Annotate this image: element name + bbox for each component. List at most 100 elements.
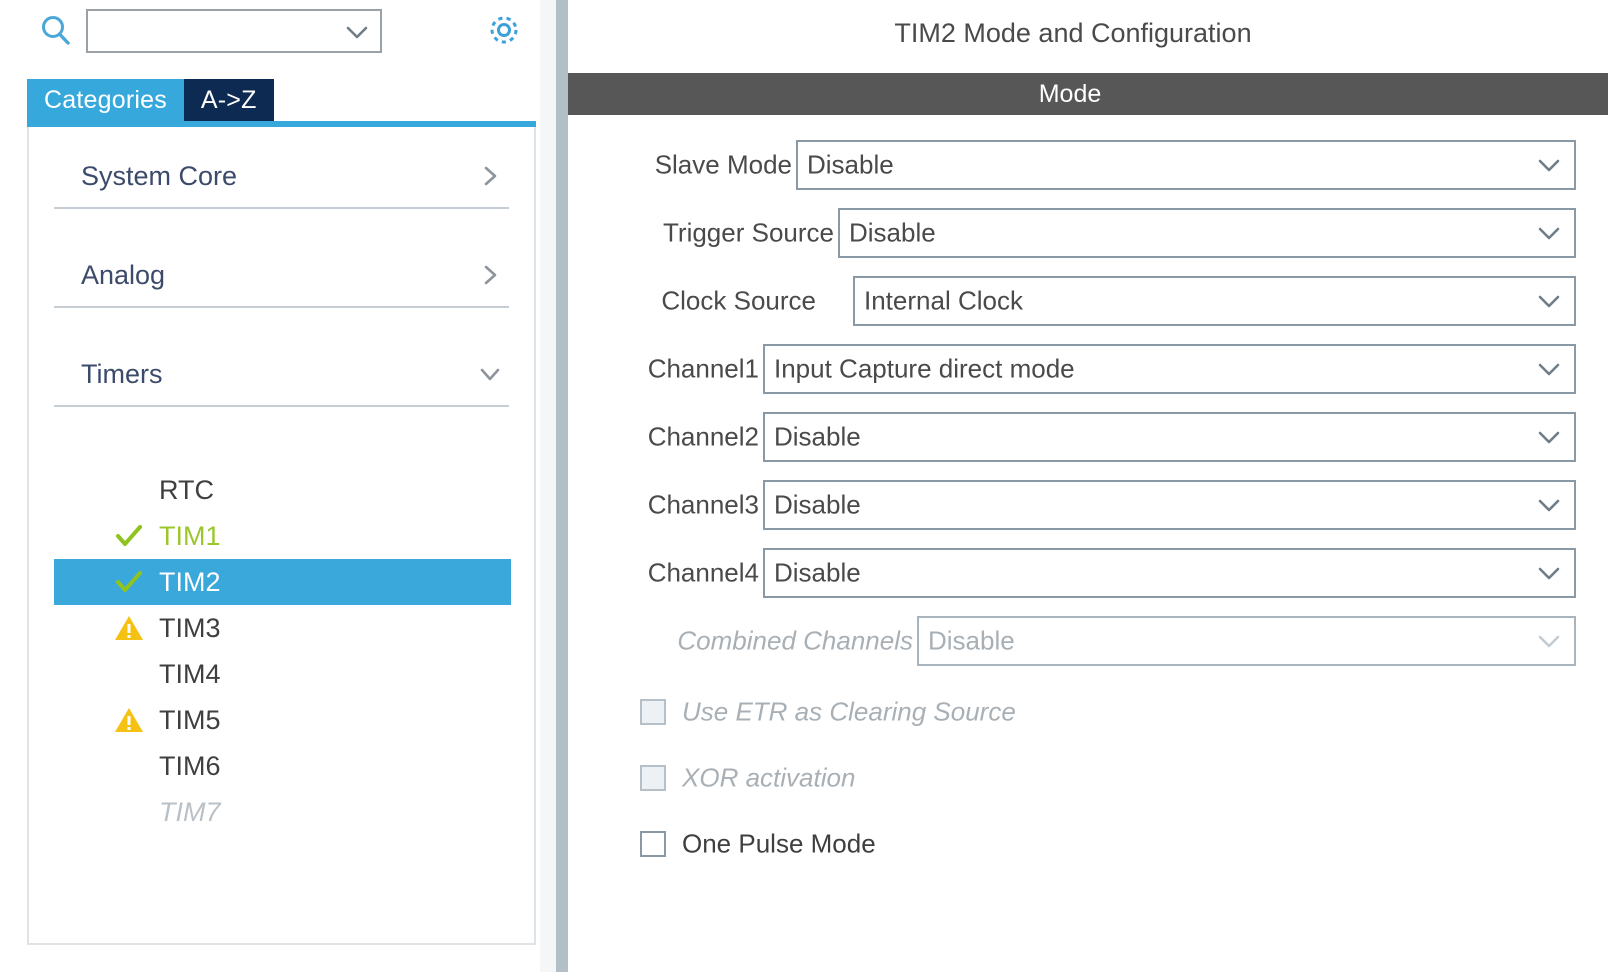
component-selection-panel: Categories A->Z System Core Analog Timer…	[0, 0, 540, 972]
chevron-down-icon	[478, 362, 502, 386]
field-channel3-label-wrap: Channel3	[568, 480, 759, 530]
field-clock-source-value: Internal Clock	[864, 285, 1023, 316]
chevron-down-icon[interactable]	[1535, 426, 1563, 448]
category-timers-label: Timers	[81, 358, 163, 389]
field-channel4-label-wrap: Channel4	[568, 548, 759, 598]
chevron-down-icon[interactable]	[344, 20, 370, 44]
field-channel3-combo[interactable]: Disable	[763, 480, 1576, 530]
field-channel1-label: Channel1	[647, 353, 759, 384]
category-system-core-label: System Core	[81, 160, 238, 191]
field-channel4-value: Disable	[774, 557, 861, 588]
mode-configuration-panel: TIM2 Mode and Configuration Mode Slave M…	[568, 0, 1608, 972]
checkbox-row-one-pulse-mode[interactable]: One Pulse Mode	[640, 824, 1240, 864]
search-icon	[38, 13, 74, 49]
checkbox-one-pulse-mode-label: One Pulse Mode	[682, 828, 876, 859]
field-clock-source-combo[interactable]: Internal Clock	[853, 276, 1576, 326]
field-channel1-combo[interactable]: Input Capture direct mode	[763, 344, 1576, 394]
list-item-label: RTC	[159, 474, 215, 505]
list-item-label: TIM7	[159, 796, 221, 827]
field-channel2-value: Disable	[774, 421, 861, 452]
field-combined-channels-label: Combined Channels	[677, 625, 913, 656]
checkbox-one-pulse-mode[interactable]	[640, 831, 666, 857]
cubemx-pinout-configuration-view: Categories A->Z System Core Analog Timer…	[0, 0, 1608, 972]
field-trigger-source-value: Disable	[849, 217, 936, 248]
tab-categories[interactable]: Categories	[27, 79, 184, 121]
warning-icon	[114, 613, 144, 643]
list-item-tim3[interactable]: TIM3	[54, 605, 511, 651]
chevron-down-icon[interactable]	[1535, 222, 1563, 244]
chevron-right-icon	[478, 164, 502, 188]
checkbox-row-use-etr-clearing-source: Use ETR as Clearing Source	[640, 692, 1240, 732]
tab-a-to-z[interactable]: A->Z	[183, 79, 274, 121]
search-combo[interactable]	[86, 9, 382, 53]
category-system-core[interactable]: System Core	[29, 145, 534, 209]
field-trigger-source-label: Trigger Source	[663, 217, 834, 248]
panel-splitter[interactable]	[540, 0, 568, 972]
status-icon-none	[114, 659, 144, 689]
chevron-down-icon[interactable]	[1535, 154, 1563, 176]
field-channel3-value: Disable	[774, 489, 861, 520]
category-timers-row[interactable]: Timers	[29, 343, 534, 405]
field-trigger-source-combo[interactable]: Disable	[838, 208, 1576, 258]
list-item-tim5[interactable]: TIM5	[54, 697, 511, 743]
field-channel3-label: Channel3	[647, 489, 759, 520]
check-icon	[114, 567, 144, 597]
page-title: TIM2 Mode and Configuration	[894, 18, 1252, 48]
field-channel2-combo[interactable]: Disable	[763, 412, 1576, 462]
chevron-down-icon[interactable]	[1535, 290, 1563, 312]
status-icon-none	[114, 797, 144, 827]
list-item-label: TIM6	[159, 750, 221, 781]
field-slave-mode-label-wrap: Slave Mode	[568, 140, 792, 190]
checkbox-use-etr-clearing-source-label: Use ETR as Clearing Source	[682, 696, 1016, 727]
list-item-label: TIM3	[159, 612, 221, 643]
list-item-rtc[interactable]: RTC	[54, 467, 511, 513]
category-timers[interactable]: Timers	[29, 343, 534, 407]
field-channel4-label: Channel4	[647, 557, 759, 588]
search-row	[0, 0, 540, 72]
status-icon-none	[114, 751, 144, 781]
chevron-down-icon[interactable]	[1535, 562, 1563, 584]
list-item-tim1[interactable]: TIM1	[54, 513, 511, 559]
list-item-label: TIM2	[159, 566, 221, 597]
field-combined-channels-value: Disable	[928, 625, 1015, 656]
status-icon-none	[114, 475, 144, 505]
category-analog-row[interactable]: Analog	[29, 244, 534, 306]
category-tree: System Core Analog Timers RTC TIM1 TIM2 …	[27, 127, 536, 945]
search-input[interactable]	[94, 15, 338, 51]
field-channel1-value: Input Capture direct mode	[774, 353, 1075, 384]
category-system-core-row[interactable]: System Core	[29, 145, 534, 207]
warning-icon	[114, 705, 144, 735]
field-trigger-source-label-wrap: Trigger Source	[568, 208, 834, 258]
category-separator	[54, 207, 509, 209]
mode-section-header-label: Mode	[1038, 79, 1102, 108]
field-channel2-label: Channel2	[647, 421, 759, 452]
splitter-bar[interactable]	[556, 0, 568, 972]
chevron-down-icon[interactable]	[1535, 358, 1563, 380]
field-combined-channels-combo: Disable	[917, 616, 1576, 666]
category-analog[interactable]: Analog	[29, 244, 534, 308]
list-item-label: TIM1	[159, 520, 221, 551]
category-separator	[54, 306, 509, 308]
field-clock-source-label-wrap: Clock Source	[568, 276, 816, 326]
list-item-tim2[interactable]: TIM2	[54, 559, 511, 605]
gear-icon[interactable]	[484, 10, 524, 50]
tab-a-to-z-label: A->Z	[200, 85, 257, 114]
category-separator	[54, 405, 509, 407]
chevron-right-icon	[478, 263, 502, 287]
field-channel2-label-wrap: Channel2	[568, 412, 759, 462]
checkbox-xor-activation-label: XOR activation	[682, 762, 856, 793]
field-channel1-label-wrap: Channel1	[568, 344, 759, 394]
list-item-tim4[interactable]: TIM4	[54, 651, 511, 697]
field-channel4-combo[interactable]: Disable	[763, 548, 1576, 598]
category-analog-label: Analog	[81, 259, 166, 290]
list-item-label: TIM4	[159, 658, 221, 689]
field-slave-mode-label: Slave Mode	[654, 149, 792, 180]
field-slave-mode-value: Disable	[807, 149, 894, 180]
checkbox-row-xor-activation: XOR activation	[640, 758, 1240, 798]
list-item-tim6[interactable]: TIM6	[54, 743, 511, 789]
checkbox-xor-activation	[640, 765, 666, 791]
checkbox-use-etr-clearing-source	[640, 699, 666, 725]
field-slave-mode-combo[interactable]: Disable	[796, 140, 1576, 190]
field-combined-channels-label-wrap: Combined Channels	[568, 616, 913, 666]
chevron-down-icon[interactable]	[1535, 494, 1563, 516]
